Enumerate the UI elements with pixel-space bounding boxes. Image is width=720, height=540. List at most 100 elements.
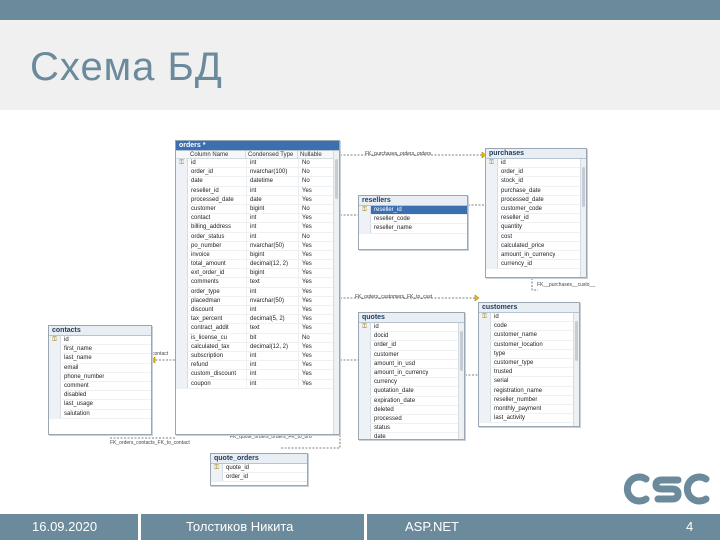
table-row[interactable]: quantity (486, 223, 586, 233)
table-row[interactable]: reseller_id (486, 214, 586, 224)
table-row[interactable]: customer (359, 350, 464, 360)
table-customers-header[interactable]: customers (479, 303, 579, 313)
table-row[interactable]: monthly_payment (479, 404, 579, 415)
table-row[interactable]: order_type int Yes (176, 287, 339, 297)
table-row[interactable]: order_id nvarchar(100) No (176, 168, 339, 178)
table-row[interactable]: total_amount decimal(12, 2) Yes (176, 260, 339, 270)
table-orders[interactable]: orders * Column Name Condensed Type Null… (175, 140, 340, 435)
table-resellers-header[interactable]: resellers (359, 196, 467, 206)
table-row[interactable]: comment (49, 381, 151, 392)
table-purchases-header[interactable]: purchases (486, 149, 586, 159)
table-row[interactable]: calculated_price (486, 241, 586, 251)
table-quotes-header[interactable]: quotes (359, 313, 464, 323)
table-row[interactable]: first_name (49, 345, 151, 355)
table-row[interactable]: refund int Yes (176, 361, 339, 371)
table-row[interactable]: cost (486, 232, 586, 242)
table-row[interactable]: customer_type (479, 358, 579, 369)
table-row[interactable]: amount_in_currency (359, 368, 464, 379)
table-row[interactable]: last_name (49, 354, 151, 364)
table-row[interactable]: deleted (359, 405, 464, 415)
table-contacts[interactable]: contacts ⚿ id first_name last_name email phon… (48, 325, 152, 435)
table-row[interactable]: last_usage (49, 400, 151, 410)
column-name: docid (374, 333, 389, 340)
table-row[interactable]: reseller_number (479, 395, 579, 405)
table-row[interactable]: ⚿ id (49, 336, 151, 346)
table-row[interactable]: purchase_date (486, 186, 586, 196)
table-orders-scrollbar[interactable] (333, 151, 339, 434)
table-row[interactable]: docid (359, 332, 464, 342)
table-row[interactable]: processed (359, 414, 464, 425)
table-row[interactable]: ⚿ reseller_id (359, 206, 467, 216)
table-row[interactable]: calculated_tax decimal(12, 2) Yes (176, 342, 339, 352)
table-row[interactable]: invoice bigint Yes (176, 250, 339, 261)
table-contacts-header[interactable]: contacts (49, 326, 151, 336)
table-row[interactable]: disabled (49, 391, 151, 401)
table-row[interactable]: ⚿ id (359, 323, 464, 333)
table-row[interactable]: customer_code (486, 204, 586, 215)
table-purchases-scrollbar[interactable] (580, 159, 586, 277)
table-row[interactable]: salutation (49, 409, 151, 419)
table-row[interactable]: order_id (486, 168, 586, 178)
table-row[interactable]: quotation_date (359, 387, 464, 397)
table-row[interactable]: comments text Yes (176, 278, 339, 288)
table-customers[interactable]: customers ⚿ id code customer_name customer_l… (478, 302, 580, 427)
table-row[interactable]: email (49, 363, 151, 373)
table-row[interactable]: discount int Yes (176, 306, 339, 316)
table-row[interactable]: order_status int No (176, 232, 339, 242)
table-row[interactable]: ⚿ id (486, 159, 586, 169)
table-row[interactable]: trusted (479, 368, 579, 378)
table-row[interactable]: reseller_code (359, 215, 467, 225)
table-row[interactable]: contract_addit text Yes (176, 324, 339, 334)
table-row[interactable]: last_activity (479, 414, 579, 424)
table-customers-scrollbar[interactable] (573, 313, 579, 426)
table-row[interactable]: phone_number (49, 372, 151, 382)
table-quote-orders[interactable]: quote_orders ⚿ quote_id order_id (210, 453, 308, 486)
table-row[interactable]: billing_address int Yes (176, 223, 339, 233)
table-row[interactable]: expiration_date (359, 396, 464, 406)
table-row[interactable]: serial (479, 377, 579, 387)
table-row[interactable]: contact int Yes (176, 214, 339, 224)
table-row[interactable]: currency (359, 378, 464, 388)
table-row[interactable]: subscription int Yes (176, 351, 339, 362)
table-row[interactable]: is_license_cu bit No (176, 333, 339, 343)
table-row[interactable]: stock_id (486, 177, 586, 187)
table-row[interactable]: ⚿ id (479, 313, 579, 323)
table-row[interactable]: custom_discount int Yes (176, 370, 339, 380)
table-row[interactable]: tax_percent decimal(5, 2) Yes (176, 315, 339, 325)
table-row[interactable]: type (479, 349, 579, 359)
table-quote-orders-header[interactable]: quote_orders (211, 454, 307, 464)
table-row[interactable]: order_id (211, 473, 307, 483)
table-quotes-scrollbar[interactable] (458, 323, 464, 439)
table-row[interactable]: customer_location (479, 340, 579, 350)
table-row[interactable]: amount_in_usd (359, 359, 464, 369)
table-row[interactable]: customer_name (479, 331, 579, 341)
table-quotes[interactable]: quotes ⚿ id docid order_id customer amount_in… (358, 312, 465, 440)
table-row[interactable]: placedman nvarchar(50) Yes (176, 296, 339, 306)
table-row[interactable]: coupon int Yes (176, 379, 339, 389)
table-resellers[interactable]: resellers ⚿ reseller_id reseller_code resel… (358, 195, 468, 250)
scrollbar-thumb[interactable] (582, 167, 585, 207)
table-row[interactable]: processed_date (486, 195, 586, 205)
table-row[interactable]: ext_order_id bigint Yes (176, 269, 339, 279)
table-row[interactable]: reseller_id int Yes (176, 186, 339, 196)
table-row[interactable]: date datetime No (176, 177, 339, 187)
scrollbar-thumb[interactable] (335, 159, 338, 199)
row-selector (359, 332, 371, 341)
table-row[interactable]: po_number nvarchar(50) Yes (176, 241, 339, 251)
table-row[interactable]: order_id (359, 341, 464, 351)
table-row[interactable]: status (359, 424, 464, 434)
table-row[interactable]: customer bigint No (176, 204, 339, 215)
table-row[interactable]: ⚿ quote_id (211, 464, 307, 474)
scrollbar-thumb[interactable] (460, 331, 463, 371)
table-purchases[interactable]: purchases ⚿ id order_id stock_id purchase_da… (485, 148, 587, 278)
table-row[interactable]: ⚿ id int No (176, 159, 339, 169)
table-row[interactable]: code (479, 322, 579, 332)
table-row[interactable]: currency_id (486, 260, 586, 270)
table-row[interactable]: date (359, 433, 464, 439)
table-row[interactable]: amount_in_currency (486, 250, 586, 261)
table-row[interactable]: processed_date date Yes (176, 195, 339, 205)
scrollbar-thumb[interactable] (575, 321, 578, 361)
table-row[interactable]: reseller_name (359, 224, 467, 234)
table-orders-header[interactable]: orders * (176, 141, 339, 151)
table-row[interactable]: registration_name (479, 386, 579, 396)
